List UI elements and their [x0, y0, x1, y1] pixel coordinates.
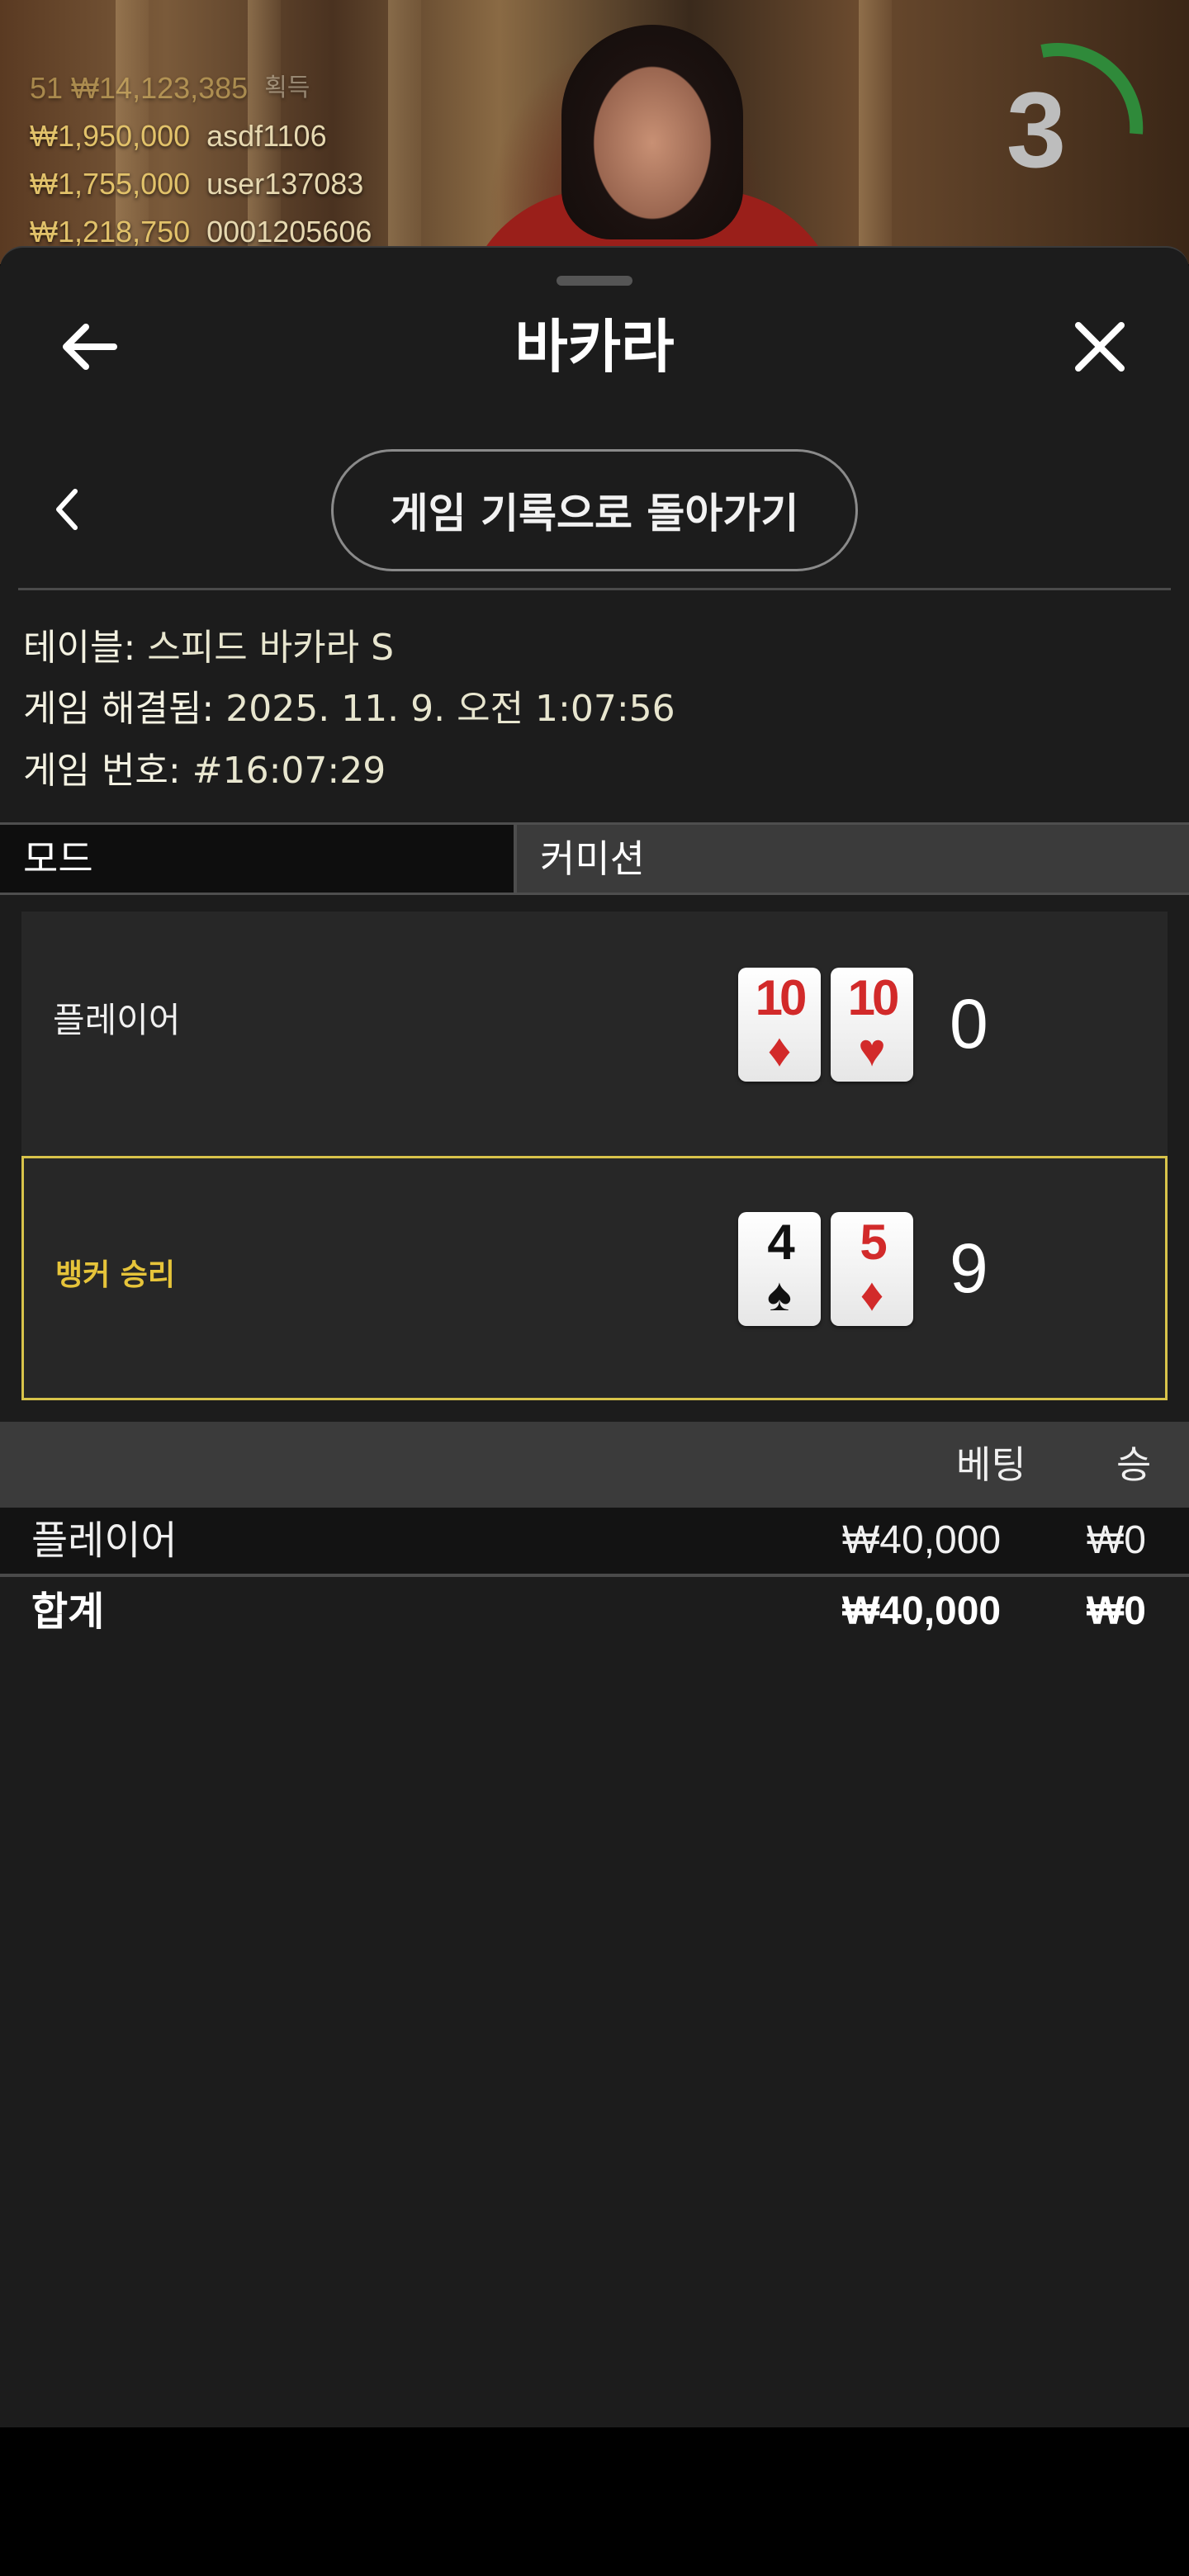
- resolved-value: 2025. 11. 9. 오전 1:07:56: [225, 688, 675, 730]
- hand-label: 플레이어: [53, 1000, 181, 1040]
- total-win-amount: ₩0: [1087, 1589, 1146, 1633]
- mode-label: 모드: [0, 825, 517, 893]
- table-info: 테이블: 스피드 바카라 S: [23, 618, 394, 670]
- card-rank: 10: [755, 970, 808, 1025]
- bet-row-label: 플레이어: [31, 1518, 178, 1564]
- card-rank: 5: [860, 1215, 887, 1270]
- heart-suit-icon: ♥: [858, 1024, 886, 1076]
- live-video-background: 51 ₩14,123,385 획득 ₩1,950,000 asdf1106 ₩1…: [0, 0, 1189, 264]
- playing-card: 4 ♠: [738, 1212, 821, 1326]
- winner-name: user137083: [206, 167, 364, 201]
- arrow-left-icon: [63, 324, 117, 370]
- spade-suit-icon: ♠: [767, 1268, 792, 1320]
- bet-column-header: 베팅: [956, 1442, 1026, 1487]
- bet-row-win: ₩0: [1087, 1518, 1146, 1562]
- playing-card: 10 ♥: [831, 968, 913, 1082]
- hand-score: 9: [950, 1229, 988, 1307]
- game-number-info: 게임 번호: #16:07:29: [23, 741, 386, 793]
- winner-name: asdf1106: [206, 119, 327, 153]
- previous-game-button[interactable]: [38, 472, 96, 547]
- card-rank: 10: [847, 970, 900, 1025]
- hand-score: 0: [950, 985, 988, 1063]
- divider: [0, 1574, 1189, 1577]
- winner-amount: ₩1,755,000: [30, 167, 191, 201]
- banker-hand: 뱅커 승리 4 ♠ 5 ♦ 9: [21, 1156, 1168, 1400]
- diamond-suit-icon: ♦: [860, 1268, 884, 1320]
- background-pillar: [859, 0, 892, 264]
- sheet-header: 바카라: [0, 297, 1189, 396]
- table-row-total: 합계 ₩40,000 ₩0: [0, 1579, 1189, 1645]
- total-bet-amount: ₩40,000: [842, 1589, 1002, 1633]
- player-hand: 플레이어 10 ♦ 10 ♥ 0: [21, 912, 1168, 1156]
- winner-row: ₩1,755,000 user137083: [30, 160, 372, 208]
- winners-summary-amount: 51 ₩14,123,385: [30, 71, 249, 105]
- hand-label: 뱅커 승리: [55, 1258, 176, 1292]
- game-number-label: 게임 번호:: [23, 750, 181, 792]
- game-detail-sheet: 바카라 게임 기록으로 돌아가기 테이블: 스피드 바카라 S 게임 해결됨: …: [0, 246, 1189, 2427]
- resolved-info: 게임 해결됨: 2025. 11. 9. 오전 1:07:56: [23, 679, 675, 732]
- divider: [18, 588, 1171, 590]
- mode-value: 커미션: [517, 825, 1189, 893]
- table-value: 스피드 바카라 S: [147, 627, 395, 669]
- back-button[interactable]: [40, 297, 139, 396]
- bottom-safe-area: [0, 2427, 1189, 2576]
- background-pillar: [388, 0, 421, 264]
- game-number-value: #16:07:29: [192, 750, 386, 792]
- countdown-timer: 3: [1006, 69, 1067, 190]
- sheet-drag-handle[interactable]: [557, 276, 632, 286]
- back-to-history-button[interactable]: 게임 기록으로 돌아가기: [331, 449, 858, 571]
- mode-bar: 모드 커미션: [0, 822, 1189, 895]
- chevron-left-icon: [56, 489, 78, 530]
- diamond-suit-icon: ♦: [767, 1024, 792, 1076]
- dealer-head: [561, 25, 743, 239]
- win-column-header: 승: [1116, 1442, 1152, 1487]
- winner-row: ₩1,950,000 asdf1106: [30, 112, 372, 160]
- playing-card: 10 ♦: [738, 968, 821, 1082]
- close-icon: [1075, 322, 1125, 372]
- history-navigation: 게임 기록으로 돌아가기: [0, 449, 1189, 573]
- winner-amount: ₩1,950,000: [30, 119, 191, 153]
- total-label: 합계: [31, 1589, 105, 1635]
- playing-card: 5 ♦: [831, 1212, 913, 1326]
- resolved-label: 게임 해결됨:: [23, 688, 215, 730]
- winners-summary-suffix: 획득: [264, 74, 310, 102]
- bet-row-amount: ₩40,000: [842, 1518, 1002, 1562]
- card-rank: 4: [767, 1215, 794, 1270]
- bets-table-header: 베팅 승: [0, 1422, 1189, 1508]
- table-row: 플레이어 ₩40,000 ₩0: [0, 1508, 1189, 1574]
- recent-winners-list: 51 ₩14,123,385 획득 ₩1,950,000 asdf1106 ₩1…: [30, 64, 372, 256]
- winners-summary: 51 ₩14,123,385 획득: [30, 64, 372, 112]
- hand-results: 플레이어 10 ♦ 10 ♥ 0 뱅커 승리 4 ♠ 5 ♦ 9: [21, 912, 1168, 1400]
- sheet-title: 바카라: [514, 313, 675, 381]
- close-button[interactable]: [1050, 297, 1149, 396]
- table-label: 테이블:: [23, 627, 136, 669]
